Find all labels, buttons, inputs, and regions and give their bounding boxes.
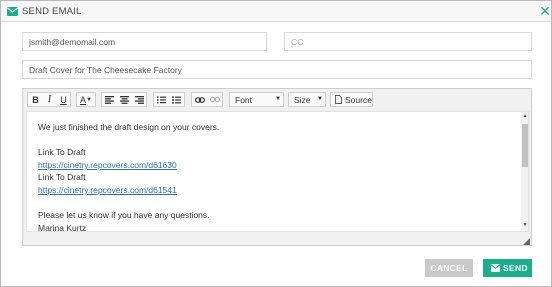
bold-button[interactable]: B — [29, 93, 42, 106]
dialog-title: SEND EMAIL — [22, 6, 82, 17]
draft-link[interactable]: https://cinetry.repcovers.com/d61630 — [38, 160, 177, 170]
scrollbar-thumb[interactable] — [522, 124, 528, 167]
align-right-icon[interactable] — [133, 93, 146, 106]
cancel-button[interactable]: CANCEL — [425, 259, 473, 277]
draft-link[interactable]: https://cinetry.repcovers.com/d61541 — [38, 185, 177, 195]
underline-button[interactable]: U — [57, 93, 70, 106]
scroll-down-icon[interactable]: ▼ — [521, 222, 528, 230]
scroll-up-icon[interactable]: ▲ — [521, 113, 528, 121]
link-icon[interactable] — [193, 93, 206, 106]
message-text: We just finished the draft design on you… — [38, 121, 508, 232]
document-icon — [335, 95, 342, 104]
send-button[interactable]: SEND — [483, 259, 532, 277]
font-dropdown-label: Font — [235, 95, 253, 105]
chevron-down-icon: ▼ — [317, 96, 323, 102]
font-dropdown[interactable]: Font ▼ — [229, 92, 284, 107]
envelope-icon — [7, 7, 18, 16]
dialog-titlebar: SEND EMAIL ✕ — [1, 1, 551, 22]
body-line: Link To Draft — [38, 147, 86, 158]
subject-field[interactable] — [22, 60, 532, 79]
editor-body[interactable]: We just finished the draft design on you… — [26, 111, 529, 232]
italic-button[interactable]: I — [43, 93, 56, 106]
body-line: Please let us know if you have any quest… — [38, 210, 210, 221]
resize-handle-icon[interactable] — [523, 238, 530, 245]
to-field[interactable] — [22, 32, 267, 51]
bulleted-list-icon[interactable] — [170, 93, 183, 106]
unlink-icon[interactable] — [208, 93, 221, 106]
body-line: We just finished the draft design on you… — [38, 122, 220, 132]
chevron-down-icon: ▼ — [275, 96, 281, 102]
numbered-list-icon[interactable] — [155, 93, 168, 106]
list-group — [153, 92, 185, 107]
source-button-label: Source — [345, 95, 372, 105]
align-left-icon[interactable] — [103, 93, 116, 106]
size-dropdown[interactable]: Size ▼ — [288, 92, 326, 107]
source-button[interactable]: Source — [330, 92, 373, 107]
send-email-dialog: SEND EMAIL ✕ B I U A▼ — [0, 0, 552, 287]
vertical-scrollbar[interactable]: ▲ ▼ — [521, 112, 528, 231]
font-color-button[interactable]: A ▼ — [76, 92, 96, 107]
body-line: Marina Kurtz — [38, 222, 87, 232]
align-center-icon[interactable] — [118, 93, 131, 106]
envelope-icon — [491, 264, 500, 272]
link-group — [191, 92, 223, 107]
close-icon: ✕ — [539, 3, 551, 19]
rich-text-editor: B I U A ▼ Font ▼ Size ▼ Source We just f… — [22, 88, 532, 246]
send-button-label: SEND — [503, 263, 528, 273]
font-color-icon: A ▼ — [80, 94, 92, 105]
align-group — [101, 92, 147, 107]
text-style-group: B I U — [27, 92, 71, 107]
size-dropdown-label: Size — [294, 95, 311, 105]
editor-toolbar: B I U A ▼ Font ▼ Size ▼ Source — [23, 89, 531, 110]
close-button[interactable]: ✕ — [538, 4, 552, 18]
cc-field[interactable] — [284, 32, 532, 51]
body-line: Link To Draft — [38, 172, 86, 183]
